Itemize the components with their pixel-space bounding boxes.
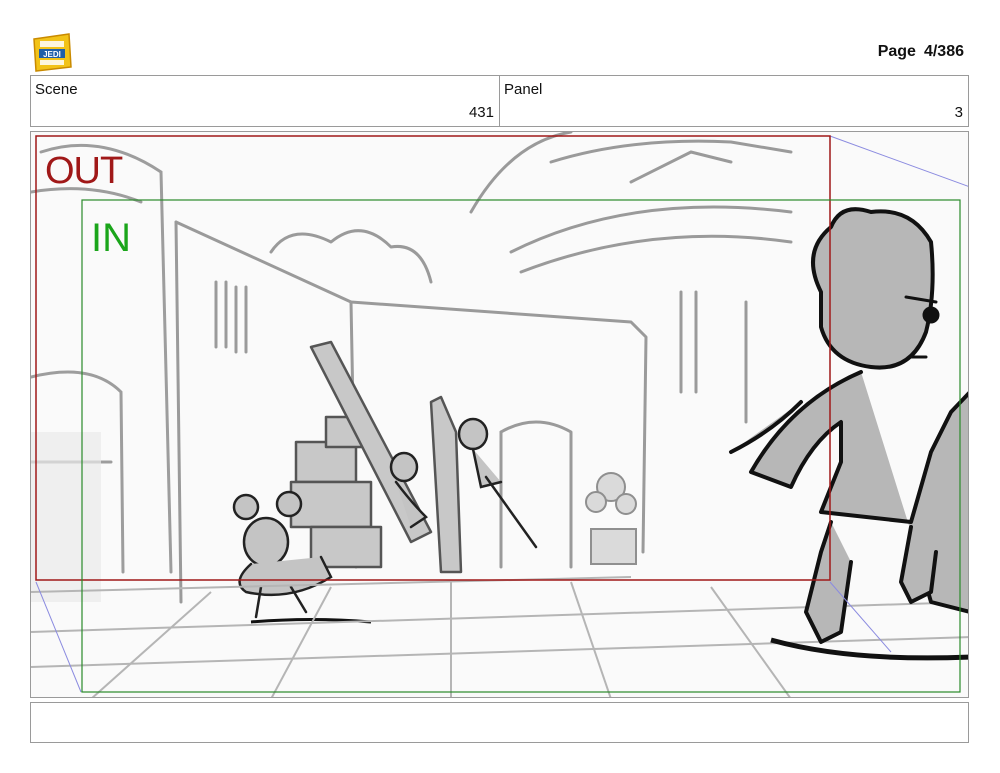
panel-cell: Panel 3: [499, 76, 968, 126]
in-frame-label: IN: [91, 216, 131, 260]
page-number: 4/386: [923, 43, 964, 60]
scene-value: 431: [468, 104, 494, 121]
scene-cell: Scene 431: [31, 76, 499, 126]
storyboard-panel: OUT IN: [30, 131, 969, 698]
svg-text:JEDI: JEDI: [43, 50, 61, 59]
page-indicator: Page 4/386: [878, 43, 964, 61]
panel-label: Panel: [504, 81, 543, 98]
storyboard-sketch: [31, 132, 968, 697]
scene-panel-row: Scene 431 Panel 3: [30, 75, 969, 127]
panel-notes: [30, 702, 969, 743]
out-frame-label: OUT: [45, 150, 123, 192]
scene-label: Scene: [35, 81, 78, 98]
show-logo: JEDI: [31, 31, 73, 73]
page-label: Page: [877, 43, 916, 60]
panel-value: 3: [954, 104, 963, 121]
